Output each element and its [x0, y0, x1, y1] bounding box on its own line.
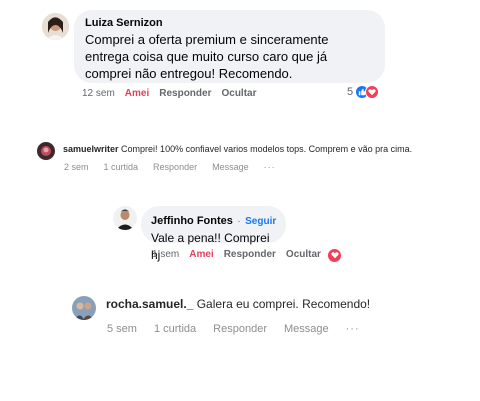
- comment-time[interactable]: 1 sem: [152, 249, 179, 260]
- separator-dot: ·: [237, 216, 241, 227]
- comment-text: Comprei a oferta premium e sinceramente …: [85, 32, 329, 81]
- comment-header: Jeffinho Fontes · Seguir: [151, 211, 276, 229]
- comment-text: Galera eu comprei. Recomendo!: [196, 297, 371, 311]
- comment-actions: 2 sem 1 curtida Responder Message ···: [64, 162, 276, 172]
- comment-time[interactable]: 12 sem: [82, 88, 115, 99]
- comment-line: rocha.samuel._ Galera eu comprei. Recome…: [106, 297, 370, 311]
- avatar[interactable]: [113, 206, 137, 230]
- comment-time[interactable]: 2 sem: [64, 162, 89, 172]
- message-button[interactable]: Message: [284, 323, 329, 335]
- more-options-icon[interactable]: ···: [264, 162, 276, 172]
- reply-button[interactable]: Responder: [153, 162, 197, 172]
- comment-text: Comprei! 100% confiavel varios modelos t…: [121, 144, 413, 154]
- reaction-count: 5: [347, 86, 354, 98]
- comment-author[interactable]: samuelwriter: [63, 144, 119, 154]
- hide-button[interactable]: Ocultar: [221, 88, 256, 99]
- likes-count[interactable]: 1 curtida: [154, 323, 196, 335]
- love-icon: [365, 85, 380, 99]
- profile-photo: [37, 142, 55, 160]
- comment-bubble: Luiza Sernizon Comprei a oferta premium …: [74, 10, 385, 83]
- reply-button[interactable]: Responder: [213, 323, 267, 335]
- profile-photo: [113, 206, 137, 230]
- reply-button[interactable]: Responder: [159, 88, 211, 99]
- comment-actions: 12 sem Amei Responder Ocultar: [82, 88, 257, 99]
- comment-bubble: Jeffinho Fontes · Seguir Vale a pena!! C…: [141, 206, 286, 262]
- comment-line: samuelwriter Comprei! 100% confiavel var…: [63, 144, 412, 154]
- love-button[interactable]: Amei: [189, 249, 213, 260]
- more-options-icon[interactable]: ···: [346, 323, 360, 335]
- avatar[interactable]: [37, 142, 55, 160]
- avatar[interactable]: [42, 13, 69, 40]
- comment-actions: 1 sem Amei Responder Ocultar: [152, 249, 321, 260]
- profile-photo: [72, 296, 96, 320]
- comment-time[interactable]: 5 sem: [107, 323, 137, 335]
- hide-button[interactable]: Ocultar: [286, 249, 321, 260]
- reaction-summary[interactable]: [327, 246, 342, 264]
- reaction-summary[interactable]: 5: [347, 85, 380, 99]
- reply-button[interactable]: Responder: [224, 249, 276, 260]
- comment-author[interactable]: Luiza Sernizon: [85, 17, 374, 29]
- avatar[interactable]: [72, 296, 96, 320]
- likes-count[interactable]: 1 curtida: [104, 162, 139, 172]
- comment-actions: 5 sem 1 curtida Responder Message ···: [107, 323, 360, 335]
- love-icon: [327, 247, 342, 263]
- love-button[interactable]: Amei: [125, 88, 149, 99]
- follow-button[interactable]: Seguir: [245, 216, 276, 227]
- message-button[interactable]: Message: [212, 162, 249, 172]
- comment-author[interactable]: Jeffinho Fontes: [151, 215, 233, 227]
- profile-photo: [42, 13, 69, 40]
- comment-author[interactable]: rocha.samuel._: [106, 297, 193, 311]
